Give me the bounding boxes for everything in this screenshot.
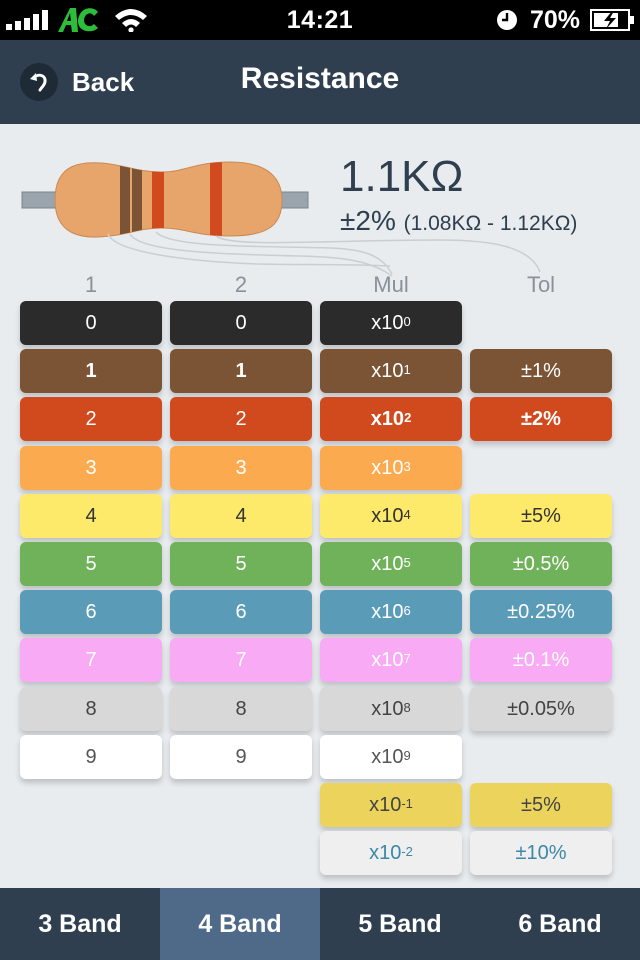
tolerance-option[interactable]: ±0.5% <box>470 542 612 586</box>
multiplier-exponent: 2 <box>404 409 412 425</box>
multiplier-option[interactable]: x10 6 <box>320 590 462 634</box>
tab-3-band[interactable]: 3 Band <box>0 888 160 960</box>
page-title: Resistance <box>240 62 400 95</box>
band-1-option[interactable]: 7 <box>20 638 162 682</box>
tolerance-option[interactable]: ±0.05% <box>470 687 612 731</box>
multiplier-base: x10 <box>371 745 404 768</box>
tolerance-option[interactable]: ±5% <box>470 494 612 538</box>
pointer-line-band-3 <box>155 231 393 275</box>
band-2-option[interactable]: 9 <box>170 735 312 779</box>
band-1-option[interactable]: 2 <box>20 397 162 441</box>
band-1-option[interactable]: 9 <box>20 735 162 779</box>
multiplier-option[interactable]: x10 8 <box>320 687 462 731</box>
tolerance-option[interactable]: ±10% <box>470 831 612 875</box>
resistor-band-3 <box>152 162 164 238</box>
multiplier-exponent: -1 <box>401 795 413 811</box>
multiplier-exponent: 0 <box>403 313 411 329</box>
band-1-option[interactable]: 4 <box>20 494 162 538</box>
multiplier-base: x10 <box>371 504 404 527</box>
band-2-option[interactable]: 5 <box>170 542 312 586</box>
multiplier-exponent: 3 <box>403 458 411 474</box>
nav-bar: Back Resistance <box>0 40 640 124</box>
resistor-lead-left <box>21 191 59 209</box>
band-2-option[interactable]: 0 <box>170 301 312 345</box>
band-count-tab-bar: 3 Band 4 Band 5 Band 6 Band <box>0 888 640 960</box>
multiplier-base: x10 <box>371 456 404 479</box>
band-1-option[interactable]: 5 <box>20 542 162 586</box>
pointer-line-band-4 <box>215 235 541 273</box>
multiplier-exponent: 5 <box>403 554 411 570</box>
pointer-line-band-2 <box>129 233 393 277</box>
band-2-option[interactable]: 7 <box>170 638 312 682</box>
multiplier-base: x10 <box>369 841 402 864</box>
tolerance-summary: ±2% (1.08KΩ - 1.12KΩ) <box>340 205 577 237</box>
tab-4-band[interactable]: 4 Band <box>160 888 320 960</box>
band-2-option[interactable]: 4 <box>170 494 312 538</box>
band-2-option[interactable]: 6 <box>170 590 312 634</box>
multiplier-option[interactable]: x10 7 <box>320 638 462 682</box>
multiplier-exponent: 4 <box>403 506 411 522</box>
band-2-option[interactable]: 2 <box>170 397 312 441</box>
tolerance-option[interactable]: ±5% <box>470 783 612 827</box>
tab-5-band[interactable]: 5 Band <box>320 888 480 960</box>
multiplier-base: x10 <box>371 359 404 382</box>
multiplier-option[interactable]: x10 1 <box>320 349 462 393</box>
column-heading-band-2: 2 <box>234 272 248 297</box>
multiplier-option[interactable]: x10 0 <box>320 301 462 345</box>
multiplier-option[interactable]: x10 3 <box>320 446 462 490</box>
multiplier-exponent: 9 <box>403 747 411 763</box>
resistor-body <box>54 161 283 238</box>
multiplier-base: x10 <box>371 311 404 334</box>
tolerance-option[interactable]: ±1% <box>470 349 612 393</box>
multiplier-exponent: 6 <box>403 602 411 618</box>
column-heading-multiplier: Mul <box>373 272 409 297</box>
multiplier-base: x10 <box>371 552 404 575</box>
band-1-option[interactable]: 8 <box>20 687 162 731</box>
band-1-option[interactable]: 3 <box>20 446 162 490</box>
multiplier-base: x10 <box>371 697 404 720</box>
multiplier-option[interactable]: x10 4 <box>320 494 462 538</box>
resistance-value: 1.1KΩ <box>340 152 464 201</box>
tolerance-option[interactable]: ±0.25% <box>470 590 612 634</box>
tab-6-band[interactable]: 6 Band <box>480 888 640 960</box>
column-heading-band-1: 1 <box>84 272 98 297</box>
band-1-option[interactable]: 6 <box>20 590 162 634</box>
multiplier-option[interactable]: x10 9 <box>320 735 462 779</box>
multiplier-option[interactable]: x10 -1 <box>320 783 462 827</box>
tolerance-value: ±2% <box>340 205 396 236</box>
tolerance-option[interactable]: ±0.1% <box>470 638 612 682</box>
multiplier-exponent: -2 <box>401 843 413 859</box>
multiplier-exponent: 1 <box>403 361 411 377</box>
multiplier-exponent: 8 <box>403 699 411 715</box>
band-2-option[interactable]: 3 <box>170 446 312 490</box>
battery-percent: 70% <box>530 6 581 34</box>
multiplier-option[interactable]: x10 2 <box>320 397 462 441</box>
tolerance-range: (1.08KΩ - 1.12KΩ) <box>403 212 578 235</box>
multiplier-base: x10 <box>369 793 402 816</box>
multiplier-exponent: 7 <box>403 650 411 666</box>
clock-icon <box>497 10 517 30</box>
multiplier-base: x10 <box>370 407 405 430</box>
multiplier-base: x10 <box>371 648 404 671</box>
band-1-option[interactable]: 1 <box>20 349 162 393</box>
multiplier-option[interactable]: x10 5 <box>320 542 462 586</box>
battery-charging-icon <box>590 9 634 31</box>
tolerance-option[interactable]: ±2% <box>470 397 612 441</box>
multiplier-base: x10 <box>371 600 404 623</box>
band-2-option[interactable]: 1 <box>170 349 312 393</box>
multiplier-option[interactable]: x10 -2 <box>320 831 462 875</box>
column-heading-tolerance: Tol <box>526 272 556 297</box>
status-bar: 14:21 70% <box>0 0 640 40</box>
band-1-option[interactable]: 0 <box>20 301 162 345</box>
band-2-option[interactable]: 8 <box>170 687 312 731</box>
resistor-band-4 <box>210 162 222 238</box>
